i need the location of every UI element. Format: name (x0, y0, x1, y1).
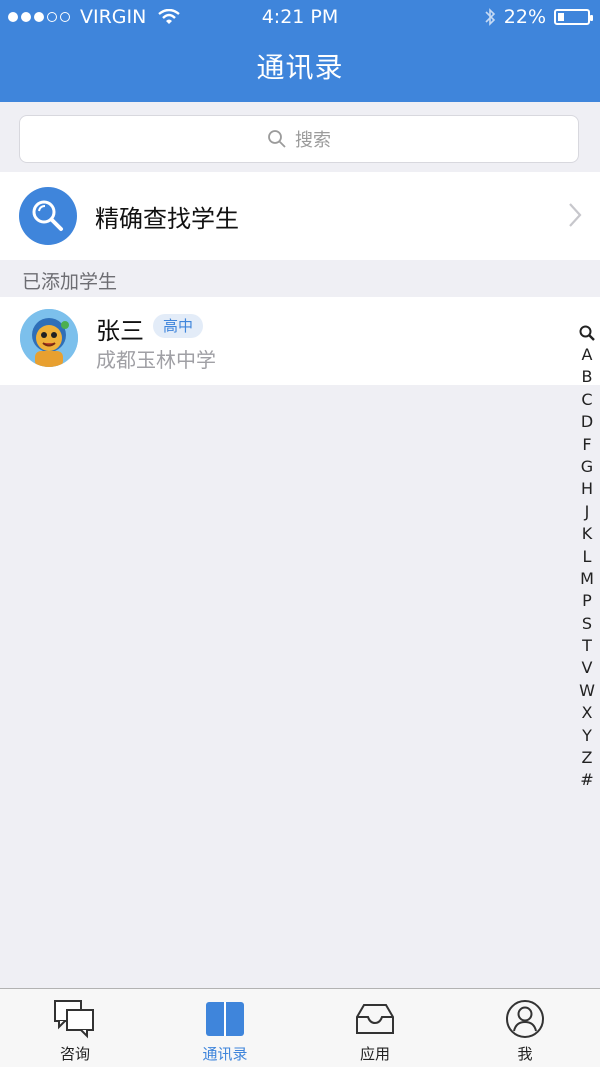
index-letter[interactable]: P (576, 590, 598, 612)
status-bar: VIRGIN 4:21 PM 22% (0, 0, 600, 34)
index-letter[interactable]: # (576, 769, 598, 791)
wifi-icon (158, 9, 181, 24)
student-school: 成都玉林中学 (96, 348, 216, 372)
tab-label: 我 (517, 1045, 533, 1063)
chat-icon (54, 1000, 94, 1039)
search-input[interactable]: 搜索 (19, 115, 579, 163)
index-letter[interactable]: X (576, 702, 598, 724)
index-letter[interactable]: Y (576, 725, 598, 747)
index-letter[interactable]: W (576, 680, 598, 702)
tab-bar: 咨询 通讯录 应用 我 (0, 988, 600, 1067)
tab-label: 通讯录 (202, 1045, 248, 1063)
battery-icon (554, 9, 593, 25)
battery-percent: 22% (503, 6, 546, 28)
index-letter[interactable]: V (576, 657, 598, 679)
index-letter[interactable]: L (576, 546, 598, 568)
status-right: 22% (484, 0, 593, 34)
index-letter[interactable]: B (576, 366, 598, 388)
tab-me[interactable]: 我 (450, 989, 600, 1067)
battery-fill (558, 13, 564, 21)
tab-label: 应用 (359, 1045, 390, 1063)
index-letter[interactable]: D (576, 411, 598, 433)
tab-apps[interactable]: 应用 (300, 989, 450, 1067)
status-left: VIRGIN (8, 0, 181, 34)
grade-badge: 高中 (153, 314, 204, 338)
index-letter[interactable]: J (576, 501, 598, 523)
header: VIRGIN 4:21 PM 22% 通讯录 (0, 0, 600, 102)
index-letter[interactable]: T (576, 635, 598, 657)
chevron-right-icon (569, 203, 582, 227)
exact-search-row[interactable]: 精确查找学生 (0, 172, 600, 260)
magnifier-icon (19, 187, 77, 245)
exact-search-label: 精确查找学生 (95, 205, 239, 233)
bluetooth-icon (485, 8, 495, 26)
index-letter[interactable]: Z (576, 747, 598, 769)
page-title: 通讯录 (256, 51, 344, 84)
profile-icon (506, 1000, 544, 1038)
student-list-item[interactable]: 张三 高中 成都玉林中学 (0, 297, 600, 385)
index-letter[interactable]: A (576, 344, 598, 366)
book-icon (206, 1002, 244, 1036)
student-name: 张三 (96, 317, 144, 345)
avatar (20, 309, 78, 367)
signal-strength-icon (8, 12, 70, 22)
inbox-icon (356, 1004, 394, 1034)
search-placeholder: 搜索 (295, 130, 331, 151)
carrier-name: VIRGIN (80, 6, 147, 28)
search-container: 搜索 (0, 102, 600, 172)
index-letter[interactable]: K (576, 523, 598, 545)
section-title: 已添加学生 (22, 271, 118, 293)
tab-consult[interactable]: 咨询 (0, 989, 150, 1067)
index-letter[interactable]: M (576, 568, 598, 590)
index-letter[interactable]: F (576, 434, 598, 456)
index-letter[interactable]: G (576, 456, 598, 478)
index-letter[interactable]: S (576, 613, 598, 635)
contacts-screen: VIRGIN 4:21 PM 22% 通讯录 搜索 精确查找学生 已添加学生 张… (0, 0, 600, 1067)
alphabet-index[interactable]: A B C D F G H J K L M P S T V W X Y Z # (576, 322, 598, 792)
index-search-icon[interactable] (579, 325, 595, 341)
tab-contacts[interactable]: 通讯录 (150, 989, 300, 1067)
search-icon (268, 130, 286, 148)
tab-label: 咨询 (59, 1045, 90, 1063)
index-letter[interactable]: H (576, 478, 598, 500)
index-letter[interactable]: C (576, 389, 598, 411)
